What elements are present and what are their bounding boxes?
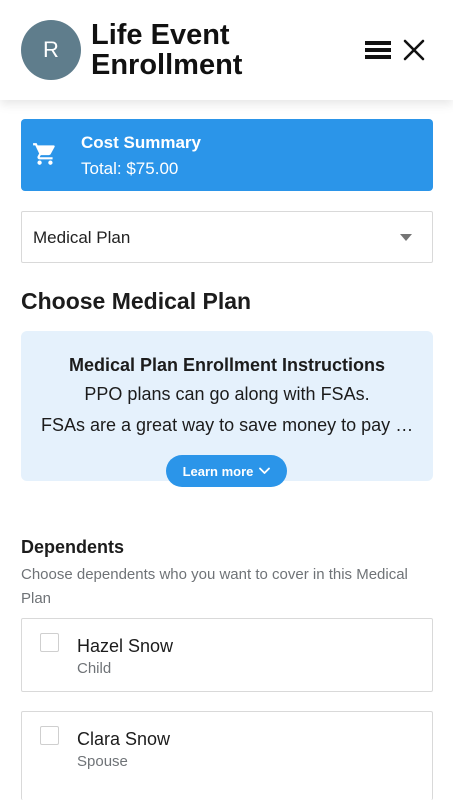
close-icon[interactable] xyxy=(402,38,426,62)
cost-summary-title: Cost Summary xyxy=(81,133,201,152)
dependent-name: Hazel Snow xyxy=(77,636,174,656)
page-title: Life Event Enrollment xyxy=(91,19,243,81)
instructions-panel: Medical Plan Enrollment Instructions PPO… xyxy=(21,331,433,487)
dependent-relation: Child xyxy=(77,660,112,677)
dependent-relation: Spouse xyxy=(77,753,128,770)
dependent-card[interactable]: Hazel Snow Child xyxy=(21,618,433,692)
dependent-checkbox[interactable] xyxy=(40,726,59,745)
plan-select-value: Medical Plan xyxy=(33,228,131,247)
section-title: Choose Medical Plan xyxy=(21,288,252,314)
dependents-description: Choose dependents who you want to cover … xyxy=(21,566,408,607)
dependent-name: Clara Snow xyxy=(77,729,171,749)
dependent-card[interactable]: Clara Snow Spouse xyxy=(21,711,433,800)
learn-more-label: Learn more xyxy=(182,463,254,479)
plan-type-select[interactable]: Medical Plan xyxy=(21,211,433,263)
instructions-title: Medical Plan Enrollment Instructions xyxy=(68,355,386,375)
avatar[interactable]: R xyxy=(21,20,81,80)
app-header: R Life Event Enrollment xyxy=(0,0,453,100)
hamburger-menu-icon[interactable] xyxy=(364,38,392,62)
cost-summary-banner[interactable]: Cost Summary Total: $75.00 xyxy=(21,119,433,191)
learn-more-button[interactable]: Learn more xyxy=(166,455,287,487)
shopping-cart-icon xyxy=(33,143,55,165)
chevron-down-icon xyxy=(259,467,271,474)
instructions-line-1: PPO plans can go along with FSAs. xyxy=(84,384,370,404)
dependents-title: Dependents xyxy=(21,537,125,557)
instructions-line-2: FSAs are a great way to save money to pa… xyxy=(41,415,417,435)
cost-summary-total: Total: $75.00 xyxy=(81,159,179,178)
dependent-checkbox[interactable] xyxy=(40,633,59,652)
caret-down-icon xyxy=(400,234,412,241)
